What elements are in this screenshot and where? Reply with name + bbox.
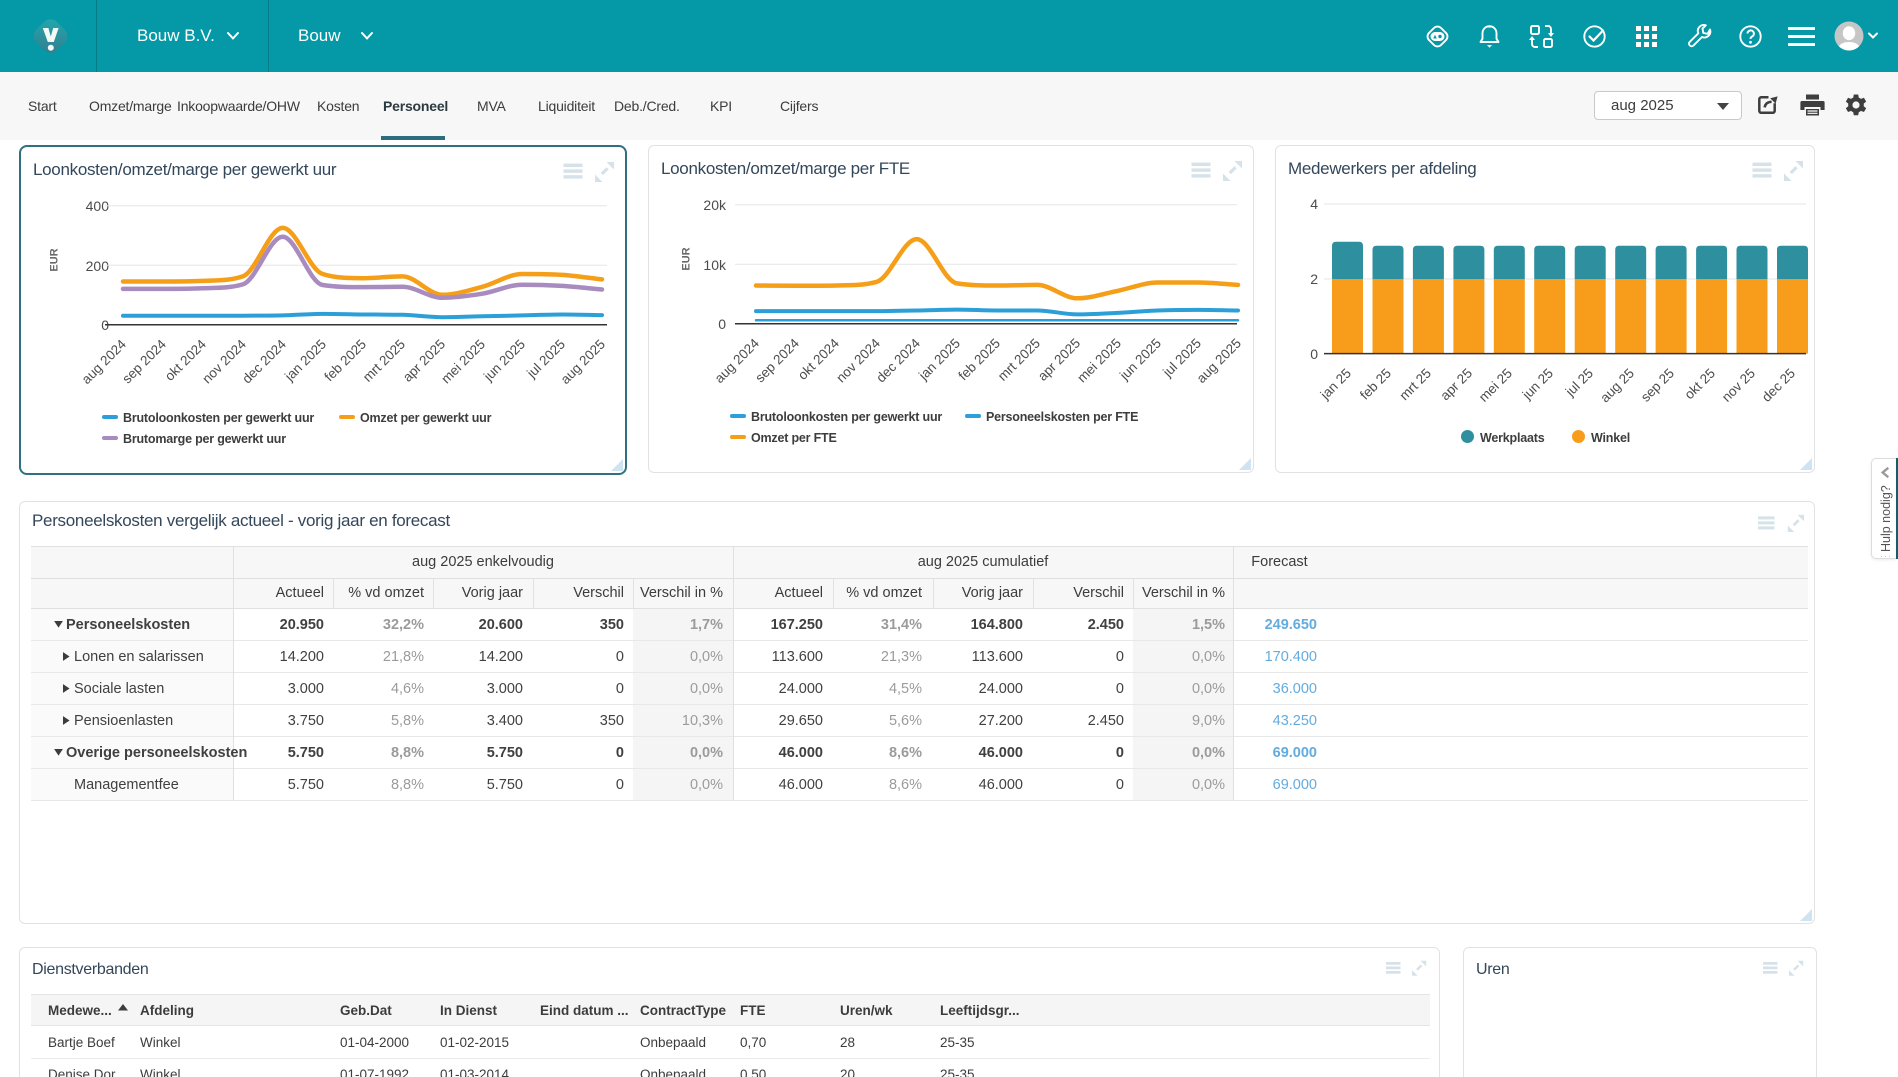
svg-text:jun 2025: jun 2025 <box>480 337 528 385</box>
svg-text:jul 25: jul 25 <box>1562 366 1596 400</box>
svg-text:sep 2024: sep 2024 <box>752 335 802 385</box>
svg-text:okt 25: okt 25 <box>1682 366 1719 403</box>
svg-text:jan 25: jan 25 <box>1317 366 1354 403</box>
svg-text:mei 25: mei 25 <box>1476 366 1515 405</box>
svg-text:mei 2025: mei 2025 <box>438 337 488 387</box>
svg-text:aug 2025: aug 2025 <box>558 337 608 387</box>
svg-text:sep 25: sep 25 <box>1638 366 1677 405</box>
svg-text:jun 25: jun 25 <box>1519 366 1556 403</box>
svg-text:dec 2024: dec 2024 <box>239 336 289 386</box>
svg-text:feb 2025: feb 2025 <box>955 336 1003 384</box>
svg-text:aug 2025: aug 2025 <box>1194 336 1244 386</box>
svg-text:mei 2025: mei 2025 <box>1074 336 1124 386</box>
svg-text:dec 2024: dec 2024 <box>873 335 923 385</box>
svg-text:jun 2025: jun 2025 <box>1116 336 1164 384</box>
svg-text:jan 2025: jan 2025 <box>915 336 963 384</box>
svg-text:feb 25: feb 25 <box>1357 366 1394 403</box>
svg-text:aug 25: aug 25 <box>1597 366 1637 406</box>
svg-text:apr 25: apr 25 <box>1437 366 1475 404</box>
svg-text:mrt 25: mrt 25 <box>1396 366 1434 404</box>
svg-text:mrt 2025: mrt 2025 <box>995 336 1043 384</box>
svg-text:nov 25: nov 25 <box>1719 366 1758 405</box>
svg-text:jan 2025: jan 2025 <box>281 337 329 385</box>
svg-text:sep 2024: sep 2024 <box>119 336 169 386</box>
svg-text:dec 25: dec 25 <box>1759 366 1798 405</box>
svg-text:mrt 2025: mrt 2025 <box>360 337 408 385</box>
